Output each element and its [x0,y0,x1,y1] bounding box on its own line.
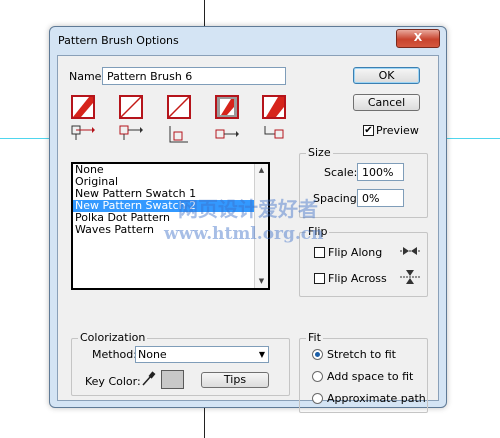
scale-label: Scale: [324,166,358,179]
side-tile-diagram-icon [71,125,95,140]
start-tile-button[interactable] [215,95,239,119]
fit-group-title: Fit [306,331,323,344]
tips-button[interactable]: Tips [201,372,269,388]
title-bar[interactable]: Pattern Brush Options X [50,27,446,53]
watermark-text-chinese: 网页设计爱好者 [178,197,318,221]
spacing-input[interactable]: 0% [357,189,404,207]
inner-corner-tile-button[interactable] [167,95,191,119]
start-tile-diagram-icon [215,129,239,139]
flip-along-icon [400,247,420,255]
inner-corner-diagram-icon [169,126,188,143]
fit-group: Fit Stretch to fit Add space to fit Appr… [299,331,428,413]
guide-line-horizontal-right [446,138,500,139]
outer-corner-tile-icon [121,97,141,117]
guide-line-vertical-bottom [204,406,205,438]
size-group: Size Scale: 100% Spacing: 0% [299,146,428,218]
guide-line-vertical-top [204,0,205,28]
flip-along-label: Flip Along [328,246,383,259]
checkmark-icon: ✔ [364,125,373,136]
close-button[interactable]: X [396,29,440,48]
ok-button[interactable]: OK [353,67,420,84]
stretch-to-fit-label: Stretch to fit [327,348,396,361]
end-tile-icon [266,97,284,117]
preview-label: Preview [376,124,419,137]
start-tile-icon [220,99,234,115]
end-tile-diagram-icon [264,126,284,139]
method-select-value: None [138,348,167,361]
approximate-path-radio[interactable] [312,393,323,404]
flip-along-checkbox[interactable] [314,247,325,258]
flip-across-label: Flip Across [328,272,387,285]
method-select[interactable]: None ▼ [135,346,269,363]
name-input[interactable]: Pattern Brush 6 [102,67,286,85]
colorization-group-title: Colorization [78,331,148,344]
add-space-to-fit-label: Add space to fit [327,370,414,383]
key-color-swatch[interactable] [161,370,184,389]
end-tile-button[interactable] [262,95,286,119]
cancel-button[interactable]: Cancel [353,94,420,111]
size-group-title: Size [306,146,333,159]
scale-input[interactable]: 100% [357,163,404,181]
stretch-to-fit-radio[interactable] [312,349,323,360]
side-tile-icon [73,97,93,117]
outer-corner-tile-button[interactable] [119,95,143,119]
flip-across-icon [400,270,420,284]
key-color-label: Key Color: [85,375,141,388]
approximate-path-label: Approximate path [327,392,426,405]
flip-across-checkbox[interactable] [314,273,325,284]
name-label: Name: [69,70,106,83]
chevron-down-icon: ▼ [258,350,265,359]
colorization-group: Colorization Method: None ▼ Key Color: T… [71,331,290,396]
method-label: Method: [92,348,137,361]
outer-corner-diagram-icon [119,125,143,140]
scroll-up-icon[interactable]: ▲ [255,164,268,177]
add-space-to-fit-radio[interactable] [312,371,323,382]
preview-checkbox[interactable]: ✔ [363,125,374,136]
inner-corner-tile-icon [169,97,189,117]
scroll-down-icon[interactable]: ▼ [255,275,268,288]
spacing-label: Spacing: [313,192,361,205]
eyedropper-icon[interactable] [140,370,156,388]
guide-line-horizontal-left [0,138,50,139]
side-tile-button[interactable] [71,95,95,119]
watermark-text-url: www.html.org.cn [164,224,324,244]
window-title: Pattern Brush Options [58,34,179,47]
